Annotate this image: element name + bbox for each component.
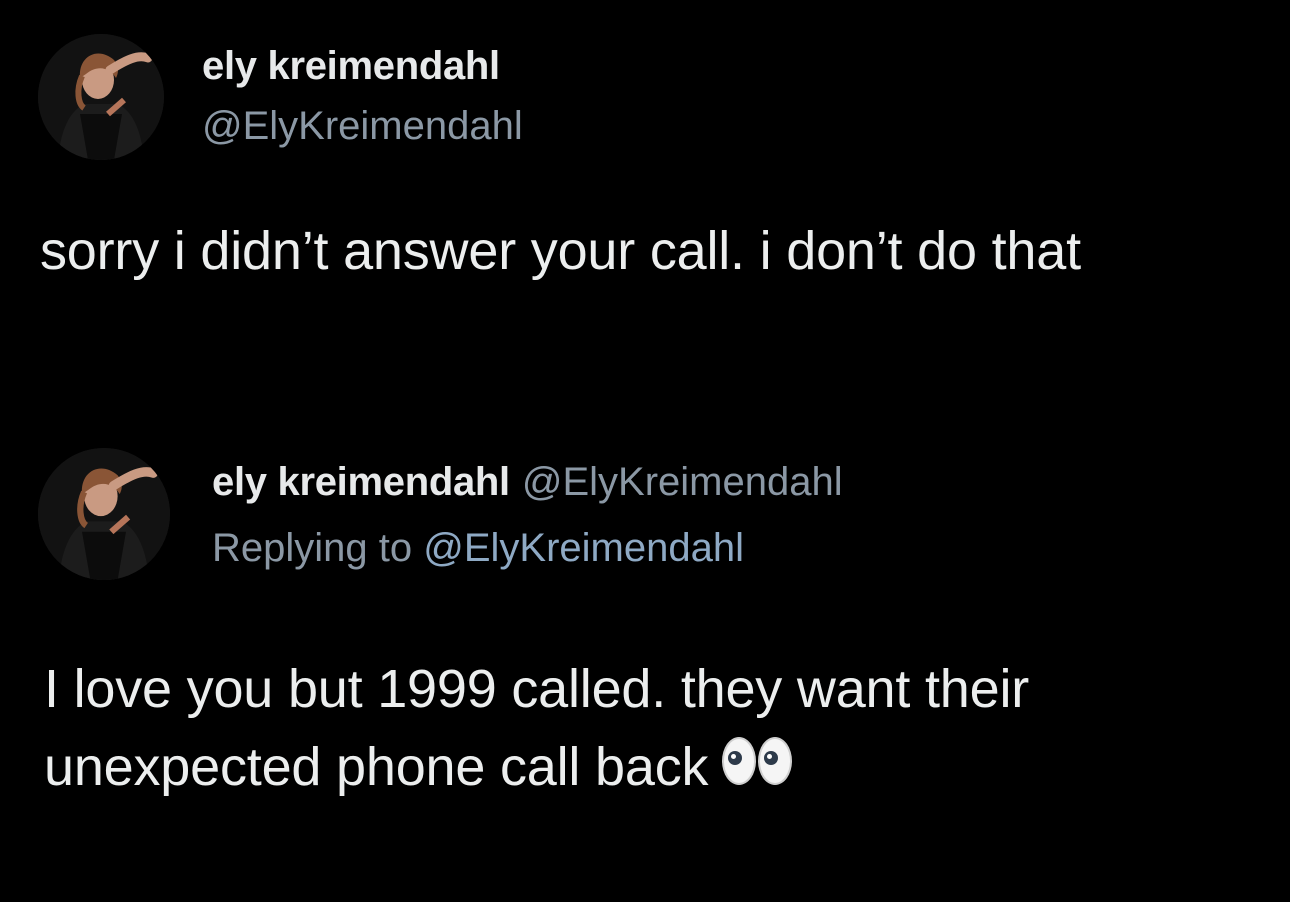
tweet-original: ely kreimendahl @ElyKreimendahl sorry i … bbox=[0, 0, 1290, 330]
avatar-photo-icon bbox=[38, 34, 164, 160]
avatar[interactable] bbox=[38, 34, 164, 160]
tweet-reply: ely kreimendahl @ElyKreimendahl Replying … bbox=[0, 440, 1290, 902]
tweet-text-line-content: unexpected phone call back bbox=[44, 737, 709, 797]
avatar[interactable] bbox=[38, 448, 170, 580]
replying-to-handle-link[interactable]: @ElyKreimendahl bbox=[423, 526, 744, 570]
tweet-header: ely kreimendahl @ElyKreimendahl bbox=[212, 460, 843, 505]
user-handle[interactable]: @ElyKreimendahl bbox=[522, 460, 843, 504]
display-name[interactable]: ely kreimendahl bbox=[212, 460, 510, 504]
tweet-text-line: unexpected phone call back bbox=[44, 728, 1244, 810]
replying-to-label: Replying to bbox=[212, 526, 424, 570]
replying-to: Replying to @ElyKreimendahl bbox=[212, 526, 744, 571]
tweet-text-line: I love you but 1999 called. they want th… bbox=[44, 659, 1030, 719]
tweet-text: I love you but 1999 called. they want th… bbox=[44, 650, 1244, 810]
avatar-photo-icon bbox=[38, 448, 170, 580]
eyes-emoji-icon bbox=[722, 728, 794, 806]
user-handle[interactable]: @ElyKreimendahl bbox=[202, 104, 523, 149]
tweet-text: sorry i didn’t answer your call. i don’t… bbox=[40, 221, 1081, 281]
display-name[interactable]: ely kreimendahl bbox=[202, 44, 500, 89]
